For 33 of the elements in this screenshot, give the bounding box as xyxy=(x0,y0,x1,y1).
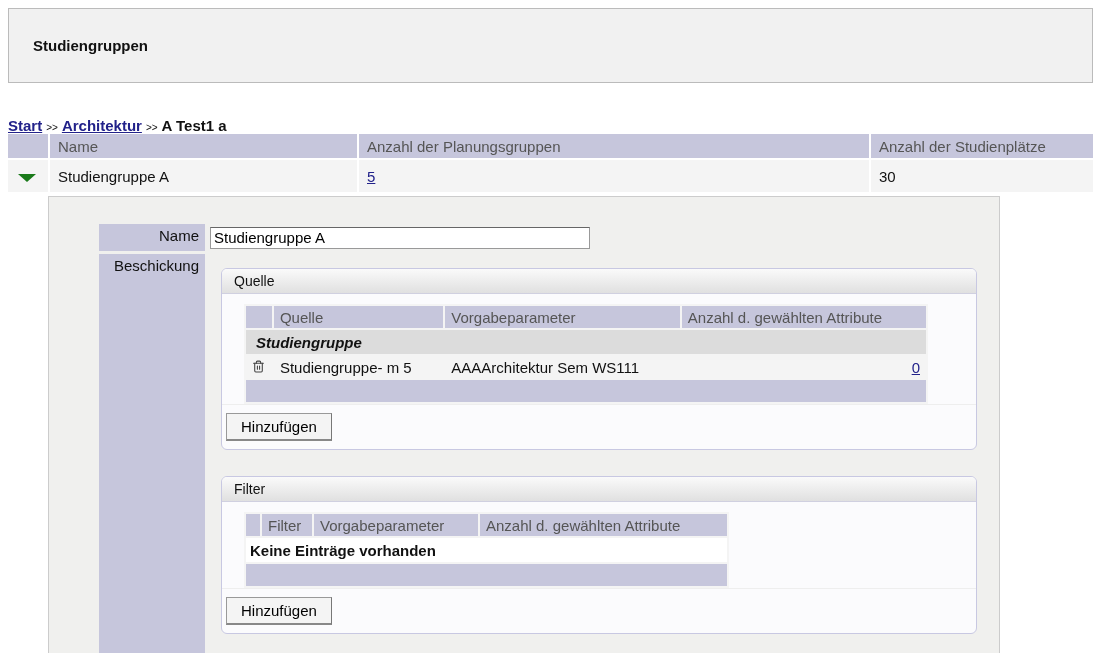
add-button[interactable]: Hinzufügen xyxy=(226,597,332,625)
breadcrumb-separator: >> xyxy=(145,122,158,133)
header-cell xyxy=(246,514,260,536)
header-cell xyxy=(8,134,48,158)
column-header: Quelle xyxy=(273,306,444,328)
count-link[interactable]: 5 xyxy=(367,167,376,185)
breadcrumb-link[interactable]: Architektur xyxy=(61,117,142,134)
page-title: Studiengruppen xyxy=(33,37,148,54)
column-header: Anzahl der Planungsgruppen xyxy=(357,134,869,158)
column-header: Filter xyxy=(262,514,312,536)
column-header: Anzahl d. gewählten Attribute xyxy=(480,514,727,536)
panel-title: Quelle xyxy=(222,269,976,294)
column-header: Vorgabeparameter xyxy=(314,514,478,536)
breadcrumb-current: A Test1 a xyxy=(161,117,227,134)
breadcrumb-link[interactable]: Start xyxy=(8,117,43,134)
group-row: Studiengruppe xyxy=(246,330,926,354)
panel-title: Filter xyxy=(222,477,976,502)
column-header: Anzahl d. gewählten Attribute xyxy=(681,306,926,328)
form-label: Name xyxy=(159,227,199,244)
breadcrumb-separator: >> xyxy=(46,122,58,133)
empty-message: Keine Einträge vorhanden xyxy=(246,538,727,562)
table-cell: Studiengruppe A xyxy=(48,158,357,192)
column-header: Name xyxy=(48,134,357,158)
expand-triangle-icon[interactable] xyxy=(18,173,36,182)
form-label: Beschickung xyxy=(113,257,199,274)
trash-icon[interactable] xyxy=(252,359,265,373)
column-header: Anzahl der Studienplätze xyxy=(869,134,1093,158)
add-button[interactable]: Hinzufügen xyxy=(226,413,332,441)
name-input-field[interactable]: Studiengruppe A xyxy=(210,226,590,249)
table-cell: 30 xyxy=(869,158,1093,192)
column-header: Vorgabeparameter xyxy=(445,306,680,328)
count-link[interactable]: 0 xyxy=(911,358,920,376)
header-cell xyxy=(246,306,272,328)
